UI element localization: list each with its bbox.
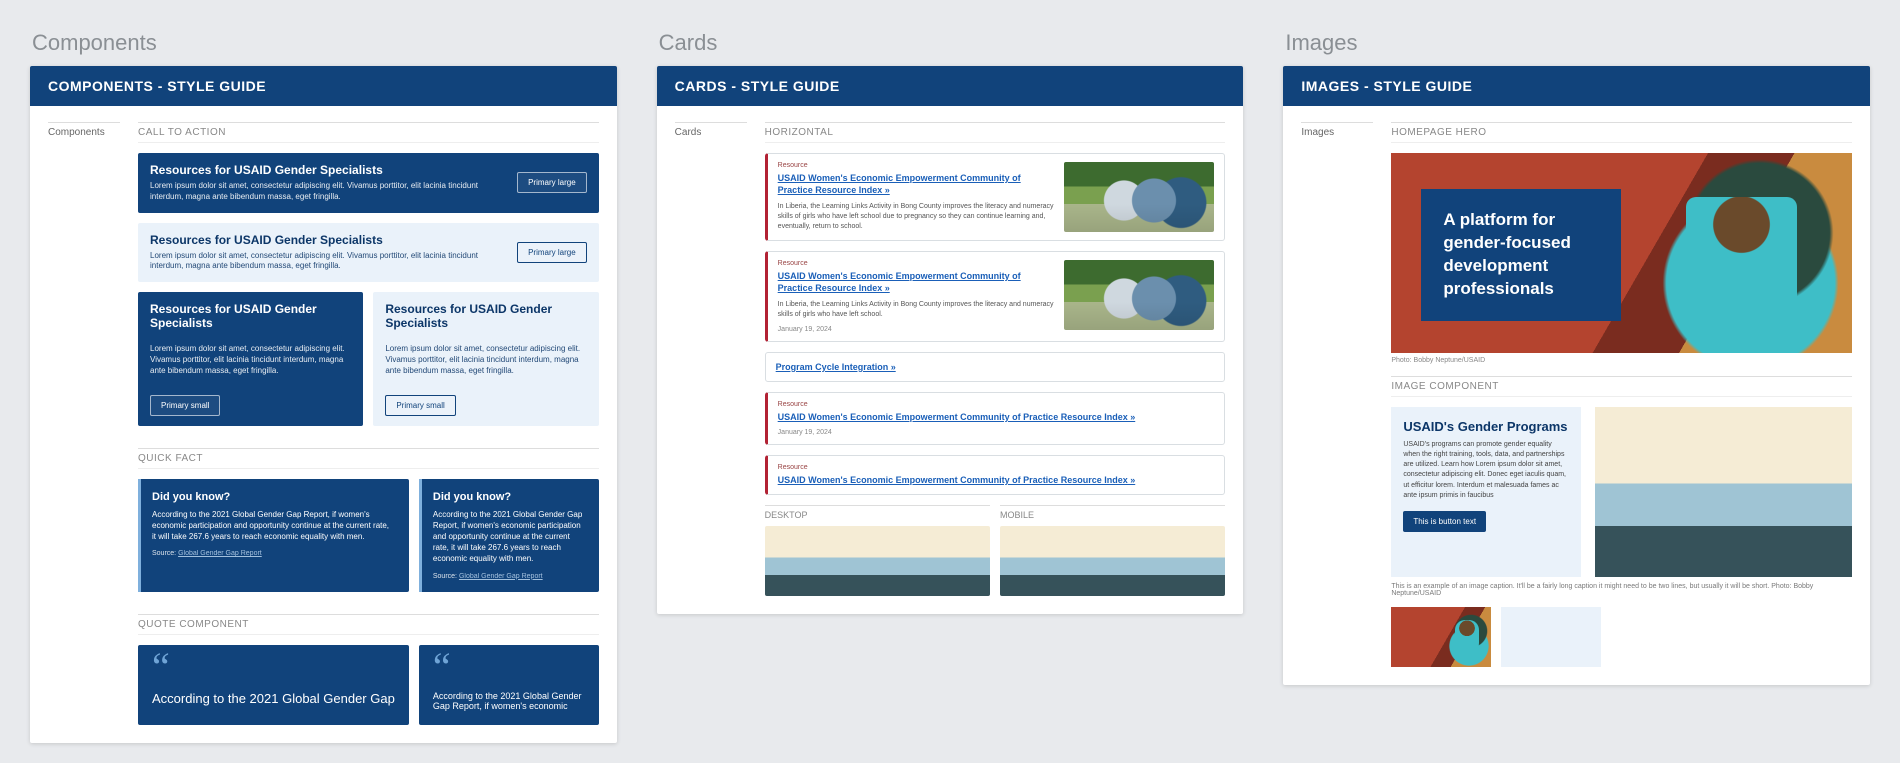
card-horizontal[interactable]: Resource USAID Women's Economic Empowerm… xyxy=(765,251,1226,342)
card-horizontal[interactable]: Resource USAID Women's Economic Empowerm… xyxy=(765,153,1226,241)
panel-header: COMPONENTS - STYLE GUIDE xyxy=(30,66,617,106)
column-label: Images xyxy=(1285,30,1870,56)
card-title-link[interactable]: USAID Women's Economic Empowerment Commu… xyxy=(778,474,1215,486)
section-heading-quickfact: QUICK FACT xyxy=(138,448,599,469)
image-component-copy: USAID's Gender Programs USAID's programs… xyxy=(1391,407,1581,577)
quote-large: “ According to the 2021 Global Gender Ga… xyxy=(138,645,409,725)
column-label: Cards xyxy=(659,30,1244,56)
primary-large-button[interactable]: Primary large xyxy=(517,242,587,263)
card-simple[interactable]: Program Cycle Integration » xyxy=(765,352,1226,382)
image-component-title: USAID's Gender Programs xyxy=(1403,419,1569,434)
hero-image: A platform for gender-focused developmen… xyxy=(1391,153,1852,353)
cta-desc: Lorem ipsum dolor sit amet, consectetur … xyxy=(150,181,507,203)
card-eyebrow: Resource xyxy=(778,464,1215,471)
cta-title: Resources for USAID Gender Specialists xyxy=(150,302,351,330)
card-title-link[interactable]: Program Cycle Integration » xyxy=(776,361,1215,373)
quickfact-title: Did you know? xyxy=(433,491,585,503)
card-title-link[interactable]: USAID Women's Economic Empowerment Commu… xyxy=(778,172,1055,196)
panel-cards: CARDS - STYLE GUIDE Cards HORIZONTAL Res… xyxy=(657,66,1244,614)
card-date: January 19, 2024 xyxy=(778,429,1215,436)
source-link[interactable]: Global Gender Gap Report xyxy=(178,550,262,557)
thumbnail-small xyxy=(1391,607,1491,667)
primary-small-button[interactable]: Primary small xyxy=(385,395,455,416)
column-label: Components xyxy=(32,30,617,56)
panel-images: IMAGES - STYLE GUIDE Images HOMEPAGE HER… xyxy=(1283,66,1870,685)
panel-components: COMPONENTS - STYLE GUIDE Components CALL… xyxy=(30,66,617,743)
card-thumbnail xyxy=(1064,162,1214,232)
card-date: January 19, 2024 xyxy=(778,326,1055,333)
cta-title: Resources for USAID Gender Specialists xyxy=(150,163,507,177)
hero-overlay-text: A platform for gender-focused developmen… xyxy=(1421,189,1621,321)
image-caption: This is an example of an image caption. … xyxy=(1391,583,1852,597)
column-components: Components COMPONENTS - STYLE GUIDE Comp… xyxy=(30,20,617,743)
image-component-body: USAID's programs can promote gender equa… xyxy=(1403,440,1569,501)
card-text[interactable]: Resource USAID Women's Economic Empowerm… xyxy=(765,455,1226,495)
section-heading-quote: QUOTE COMPONENT xyxy=(138,614,599,635)
quickfact-title: Did you know? xyxy=(152,491,395,503)
card-title-link[interactable]: USAID Women's Economic Empowerment Commu… xyxy=(778,411,1215,423)
primary-small-button[interactable]: Primary small xyxy=(150,395,220,416)
column-images: Images IMAGES - STYLE GUIDE Images HOMEP… xyxy=(1283,20,1870,743)
card-eyebrow: Resource xyxy=(778,162,1055,169)
panel-header: IMAGES - STYLE GUIDE xyxy=(1283,66,1870,106)
card-desc: In Liberia, the Learning Links Activity … xyxy=(778,202,1055,231)
thumbnail-mobile xyxy=(1000,526,1225,596)
sub-heading-desktop: DESKTOP xyxy=(765,505,990,520)
cta-title: Resources for USAID Gender Specialists xyxy=(385,302,586,330)
sidebar-label: Components xyxy=(48,122,120,725)
cta-dark-large: Resources for USAID Gender Specialists L… xyxy=(138,153,599,213)
quote-mark-icon: “ xyxy=(433,659,585,675)
source-link[interactable]: Global Gender Gap Report xyxy=(459,573,543,580)
card-thumbnail xyxy=(1064,260,1214,330)
quickfact-wide: Did you know? According to the 2021 Glob… xyxy=(138,479,409,592)
cta-title: Resources for USAID Gender Specialists xyxy=(150,233,507,247)
quickfact-body: According to the 2021 Global Gender Gap … xyxy=(152,509,395,543)
thumbnail-small-copy xyxy=(1501,607,1601,667)
cta-light-small: Resources for USAID Gender Specialists L… xyxy=(373,292,598,425)
section-heading-horizontal: HORIZONTAL xyxy=(765,122,1226,143)
sub-heading-mobile: MOBILE xyxy=(1000,505,1225,520)
cta-desc: Lorem ipsum dolor sit amet, consectetur … xyxy=(385,344,586,376)
sidebar-label: Images xyxy=(1301,122,1373,667)
hero-credit: Photo: Bobby Neptune/USAID xyxy=(1391,353,1852,376)
quickfact-narrow: Did you know? According to the 2021 Glob… xyxy=(419,479,599,592)
card-desc: In Liberia, the Learning Links Activity … xyxy=(778,300,1055,320)
quote-small: “ According to the 2021 Global Gender Ga… xyxy=(419,645,599,725)
panel-header: CARDS - STYLE GUIDE xyxy=(657,66,1244,106)
quote-text: According to the 2021 Global Gender Gap … xyxy=(433,691,585,711)
sidebar-label: Cards xyxy=(675,122,747,596)
primary-large-button[interactable]: Primary large xyxy=(517,172,587,193)
cta-light-large: Resources for USAID Gender Specialists L… xyxy=(138,223,599,283)
cta-dark-small: Resources for USAID Gender Specialists L… xyxy=(138,292,363,425)
thumbnail-desktop xyxy=(765,526,990,596)
source-label: Source: xyxy=(433,573,457,580)
card-eyebrow: Resource xyxy=(778,260,1055,267)
source-label: Source: xyxy=(152,550,176,557)
column-cards: Cards CARDS - STYLE GUIDE Cards HORIZONT… xyxy=(657,20,1244,743)
quote-mark-icon: “ xyxy=(152,659,395,675)
quickfact-body: According to the 2021 Global Gender Gap … xyxy=(433,509,585,565)
image-component-button[interactable]: This is button text xyxy=(1403,511,1486,532)
section-heading-cta: CALL TO ACTION xyxy=(138,122,599,143)
image-component-photo xyxy=(1595,407,1852,577)
quote-text: According to the 2021 Global Gender Gap xyxy=(152,691,395,706)
card-text[interactable]: Resource USAID Women's Economic Empowerm… xyxy=(765,392,1226,445)
section-heading-hero: HOMEPAGE HERO xyxy=(1391,122,1852,143)
cta-desc: Lorem ipsum dolor sit amet, consectetur … xyxy=(150,344,351,376)
section-heading-image-component: IMAGE COMPONENT xyxy=(1391,376,1852,397)
card-eyebrow: Resource xyxy=(778,401,1215,408)
cta-desc: Lorem ipsum dolor sit amet, consectetur … xyxy=(150,251,507,273)
card-title-link[interactable]: USAID Women's Economic Empowerment Commu… xyxy=(778,270,1055,294)
